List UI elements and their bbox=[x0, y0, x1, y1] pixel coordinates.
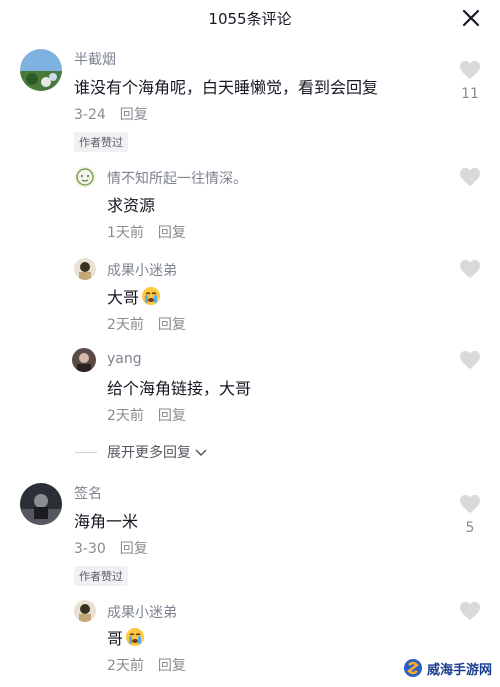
reply-date: 2天前 bbox=[107, 317, 144, 333]
author-liked-badge: 作者赞过 bbox=[74, 566, 128, 586]
avatar[interactable] bbox=[20, 483, 62, 525]
reply-button[interactable]: 回复 bbox=[120, 107, 148, 123]
reply-date: 1天前 bbox=[107, 225, 144, 241]
heart-icon bbox=[460, 494, 480, 514]
avatar[interactable] bbox=[20, 49, 62, 91]
close-icon[interactable] bbox=[462, 9, 480, 27]
expand-more-replies-label: 展开更多回复 bbox=[107, 445, 191, 461]
reply-author[interactable]: 成果小迷弟 bbox=[107, 602, 177, 622]
reply-button[interactable]: 回复 bbox=[120, 541, 148, 557]
reply-button[interactable]: 回复 bbox=[158, 225, 186, 241]
comment-date: 3-30 bbox=[74, 541, 106, 557]
heart-icon bbox=[460, 350, 480, 370]
reply-author[interactable]: 情不知所起一往情深。 bbox=[107, 168, 247, 188]
comment-count-title: 1055条评论 bbox=[208, 10, 292, 28]
reply-button[interactable]: 回复 bbox=[158, 317, 186, 333]
reply-meta: 1天前 回复 bbox=[107, 222, 186, 242]
comment-date: 3-24 bbox=[74, 107, 106, 123]
heart-icon bbox=[460, 259, 480, 279]
comment-meta: 3-30 回复 bbox=[74, 538, 148, 558]
crying-face-icon bbox=[125, 627, 145, 651]
crying-face-icon bbox=[141, 286, 161, 310]
divider bbox=[75, 451, 97, 453]
reply-text: 大哥 bbox=[107, 284, 161, 310]
reply-author[interactable]: 成果小迷弟 bbox=[107, 260, 177, 280]
site-watermark: 威海手游网 bbox=[403, 657, 492, 679]
like-button[interactable] bbox=[458, 259, 482, 279]
chevron-down-icon bbox=[195, 449, 207, 457]
avatar[interactable] bbox=[72, 348, 96, 372]
comment-text: 海角一米 bbox=[74, 512, 139, 531]
reply-button[interactable]: 回复 bbox=[158, 658, 186, 674]
reply-author[interactable]: yang bbox=[107, 351, 142, 367]
like-count: 5 bbox=[465, 520, 475, 536]
reply-button[interactable]: 回复 bbox=[158, 408, 186, 424]
avatar[interactable] bbox=[74, 600, 96, 622]
like-button[interactable] bbox=[458, 167, 482, 187]
like-button[interactable] bbox=[458, 601, 482, 621]
comment-meta: 3-24 回复 bbox=[74, 104, 148, 124]
like-button[interactable]: 5 bbox=[458, 494, 482, 536]
like-button[interactable] bbox=[458, 350, 482, 370]
reply-meta: 2天前 回复 bbox=[107, 655, 186, 675]
reply-text: 给个海角链接，大哥 bbox=[107, 379, 252, 398]
avatar[interactable] bbox=[74, 166, 96, 188]
comment-author[interactable]: 半截烟 bbox=[74, 49, 116, 69]
avatar[interactable] bbox=[74, 258, 96, 280]
reply-date: 2天前 bbox=[107, 408, 144, 424]
like-button[interactable]: 11 bbox=[458, 60, 482, 102]
comment-author[interactable]: 签名 bbox=[74, 483, 102, 503]
heart-icon bbox=[460, 167, 480, 187]
reply-text: 哥 bbox=[107, 625, 145, 651]
heart-icon bbox=[460, 601, 480, 621]
reply-meta: 2天前 回复 bbox=[107, 405, 186, 425]
expand-more-replies-button[interactable]: 展开更多回复 bbox=[75, 442, 208, 462]
watermark-text: 威海手游网 bbox=[426, 662, 492, 678]
like-count: 11 bbox=[461, 86, 479, 102]
reply-meta: 2天前 回复 bbox=[107, 314, 186, 334]
reply-date: 2天前 bbox=[107, 658, 144, 674]
heart-icon bbox=[460, 60, 480, 80]
author-liked-badge: 作者赞过 bbox=[74, 132, 128, 152]
comments-header: 1055条评论 bbox=[0, 0, 500, 36]
comment-text: 谁没有个海角呢，白天睡懒觉，看到会回复 bbox=[74, 78, 379, 97]
reply-text-content: 大哥 bbox=[107, 288, 140, 307]
reply-text-content: 哥 bbox=[107, 629, 124, 648]
reply-text: 求资源 bbox=[107, 196, 156, 215]
watermark-logo-icon bbox=[403, 659, 422, 677]
